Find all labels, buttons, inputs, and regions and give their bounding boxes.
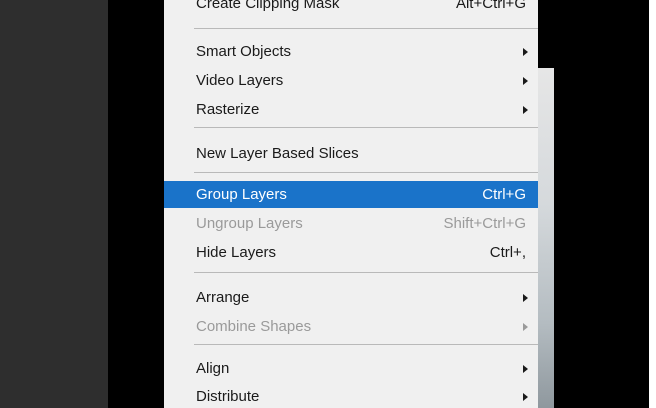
menu-item-align[interactable]: Align xyxy=(164,355,538,382)
layer-context-menu: Create Clipping Mask Alt+Ctrl+G Smart Ob… xyxy=(164,0,538,408)
menu-item-label: Create Clipping Mask xyxy=(196,0,340,12)
menu-separator xyxy=(194,344,538,345)
menu-item-label: Video Layers xyxy=(196,72,284,89)
submenu-arrow-icon xyxy=(523,364,528,373)
submenu-arrow-icon xyxy=(523,105,528,114)
submenu-arrow-icon xyxy=(523,293,528,302)
left-panel xyxy=(0,0,108,408)
menu-item-create-clipping-mask[interactable]: Create Clipping Mask Alt+Ctrl+G xyxy=(164,0,538,17)
submenu-arrow-icon xyxy=(523,47,528,56)
menu-item-label: Align xyxy=(196,360,230,377)
menu-item-group-layers[interactable]: Group Layers Ctrl+G xyxy=(164,181,538,208)
menu-separator xyxy=(194,127,538,128)
menu-item-shortcut: Alt+Ctrl+G xyxy=(455,0,526,12)
menu-item-new-layer-based-slices[interactable]: New Layer Based Slices xyxy=(164,140,538,167)
menu-separator xyxy=(194,28,538,29)
menu-item-shortcut: Ctrl+, xyxy=(489,244,526,261)
menu-separator xyxy=(194,172,538,173)
menu-item-label: Distribute xyxy=(196,388,260,405)
menu-item-hide-layers[interactable]: Hide Layers Ctrl+, xyxy=(164,239,538,266)
menu-item-arrange[interactable]: Arrange xyxy=(164,284,538,311)
menu-item-label: Rasterize xyxy=(196,101,260,118)
menu-item-shortcut: Shift+Ctrl+G xyxy=(443,215,526,232)
menu-item-label: Smart Objects xyxy=(196,43,292,60)
menu-item-video-layers[interactable]: Video Layers xyxy=(164,67,538,94)
menu-item-distribute[interactable]: Distribute xyxy=(164,383,538,408)
menu-item-rasterize[interactable]: Rasterize xyxy=(164,96,538,123)
menu-item-label: Ungroup Layers xyxy=(196,215,303,232)
screen-background: Create Clipping Mask Alt+Ctrl+G Smart Ob… xyxy=(0,0,649,408)
submenu-arrow-icon xyxy=(523,76,528,85)
menu-separator xyxy=(194,272,538,273)
submenu-arrow-icon xyxy=(523,392,528,401)
menu-item-combine-shapes[interactable]: Combine Shapes xyxy=(164,313,538,340)
menu-item-label: Hide Layers xyxy=(196,244,277,261)
menu-item-label: Combine Shapes xyxy=(196,318,312,335)
menu-item-label: Group Layers xyxy=(196,186,287,203)
menu-item-label: New Layer Based Slices xyxy=(196,145,359,162)
submenu-arrow-icon xyxy=(523,322,528,331)
menu-item-shortcut: Ctrl+G xyxy=(482,186,526,203)
canvas-edge xyxy=(536,68,554,408)
menu-item-ungroup-layers[interactable]: Ungroup Layers Shift+Ctrl+G xyxy=(164,210,538,237)
menu-item-smart-objects[interactable]: Smart Objects xyxy=(164,38,538,65)
menu-item-label: Arrange xyxy=(196,289,250,306)
